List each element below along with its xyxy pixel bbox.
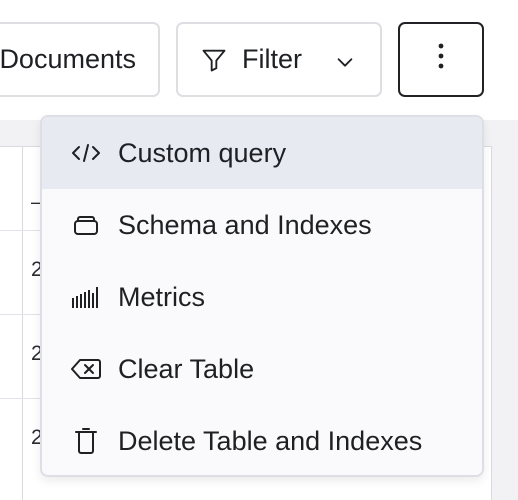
more-options-button[interactable] — [398, 22, 484, 97]
menu-item-clear-table[interactable]: Clear Table — [42, 333, 482, 405]
filter-button[interactable]: Filter — [176, 22, 382, 97]
menu-item-label: Clear Table — [118, 353, 255, 384]
table-column-divider — [22, 146, 23, 500]
documents-button[interactable]: Documents — [0, 22, 160, 97]
code-icon — [70, 137, 102, 169]
bar-chart-icon — [70, 281, 102, 313]
menu-item-delete-table-and-indexes[interactable]: Delete Table and Indexes — [42, 405, 482, 475]
documents-button-label: Documents — [0, 44, 136, 74]
menu-item-label: Schema and Indexes — [118, 209, 372, 240]
vertical-ellipsis-icon — [437, 42, 445, 77]
menu-item-label: Custom query — [118, 137, 287, 168]
backspace-icon — [70, 353, 102, 385]
database-icon — [70, 209, 102, 241]
trash-icon — [70, 425, 102, 457]
menu-item-label: Delete Table and Indexes — [118, 425, 423, 456]
filter-button-label: Filter — [242, 44, 302, 74]
chevron-down-icon — [334, 49, 356, 71]
filter-icon — [200, 46, 228, 74]
menu-item-schema-and-indexes[interactable]: Schema and Indexes — [42, 189, 482, 261]
more-options-menu: Custom query Schema and Indexes Metrics … — [40, 115, 484, 477]
menu-item-metrics[interactable]: Metrics — [42, 261, 482, 333]
menu-item-label: Metrics — [118, 281, 205, 312]
menu-item-custom-query[interactable]: Custom query — [42, 117, 482, 189]
